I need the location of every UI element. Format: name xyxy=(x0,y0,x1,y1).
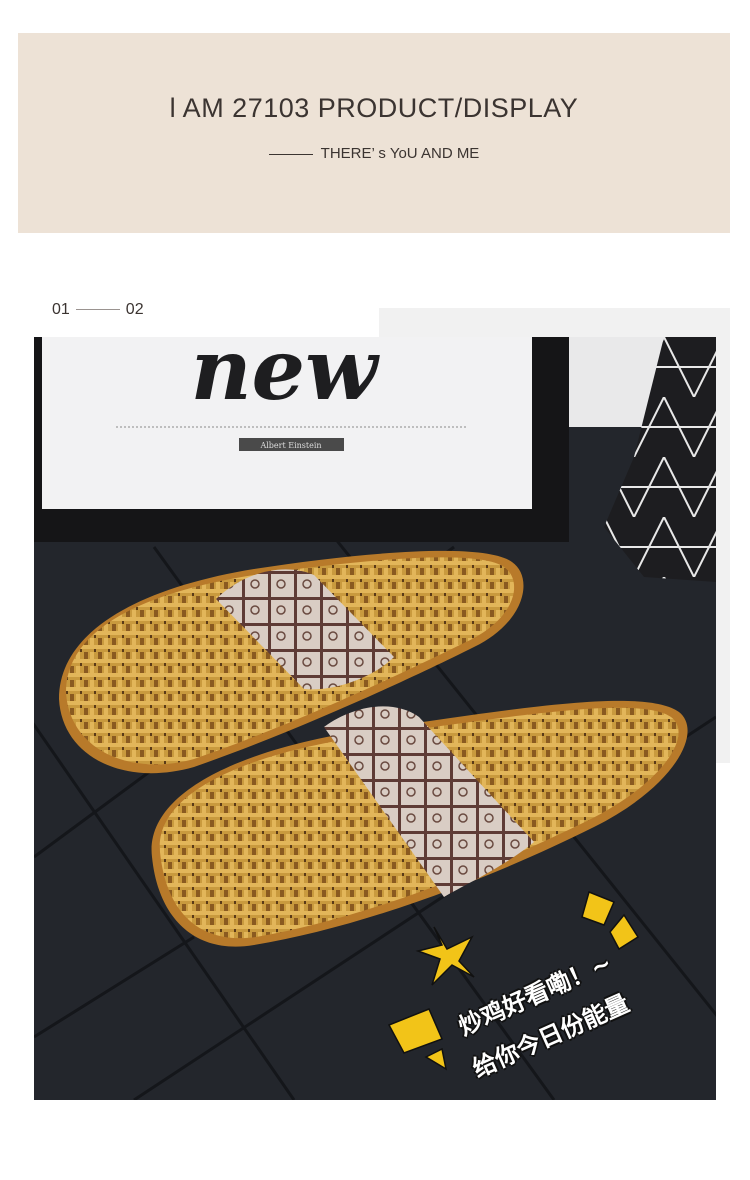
page-title: l AM 27103 PRODUCT/DISPLAY xyxy=(169,93,579,123)
index-separator xyxy=(75,309,120,311)
slide-index: 01 02 xyxy=(52,301,144,319)
index-current: 01 xyxy=(52,301,70,318)
subtitle-text: THERE’ s YoU AND ME xyxy=(320,145,480,162)
index-next: 02 xyxy=(125,301,144,318)
subtitle-dash xyxy=(268,153,313,155)
header-banner: l AM 27103 PRODUCT/DISPLAY THERE’ s YoU … xyxy=(18,33,730,233)
sign-text: new xyxy=(191,337,381,419)
sign-tag-text: Albert Einstein xyxy=(259,441,321,450)
banner-subtitle: THERE’ s YoU AND ME xyxy=(18,145,730,162)
